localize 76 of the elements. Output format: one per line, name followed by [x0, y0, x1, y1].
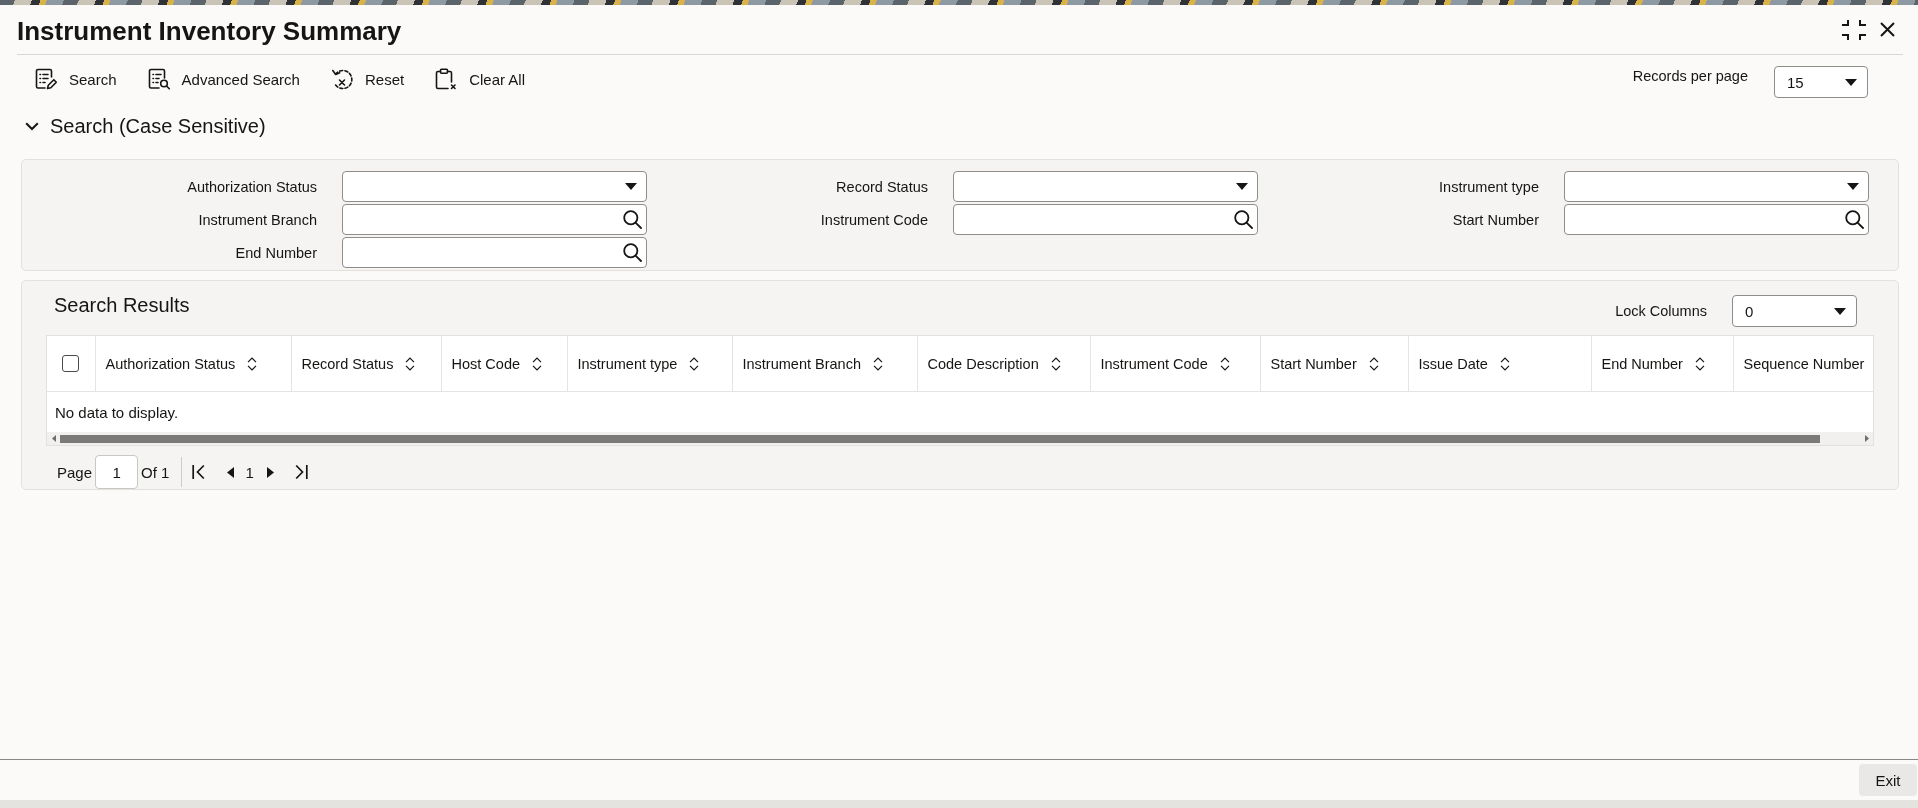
sort-icon[interactable] — [1219, 356, 1230, 371]
reset-button[interactable]: Reset — [322, 64, 413, 94]
corner-brackets-icon[interactable] — [1841, 18, 1867, 41]
search-section-toggle[interactable]: Search (Case Sensitive) — [22, 111, 269, 141]
records-per-page-dropdown[interactable]: 15 — [1774, 66, 1868, 98]
clear-button[interactable]: Clear All — [427, 64, 533, 94]
field-label: Instrument Branch — [197, 211, 317, 228]
clipboard-x-icon — [435, 68, 458, 90]
lookup-field[interactable] — [342, 204, 647, 235]
sort-icon[interactable] — [1694, 356, 1705, 371]
dropdown-field[interactable] — [342, 171, 647, 202]
sort-icon[interactable] — [1050, 356, 1061, 371]
column-header[interactable]: Authorization Status — [105, 355, 236, 372]
current-page-number: 1 — [245, 463, 254, 481]
sort-icon[interactable] — [247, 356, 258, 371]
page-label: Page — [57, 463, 93, 481]
column-header[interactable]: Code Description — [927, 355, 1039, 372]
scroll-right-icon[interactable] — [1865, 435, 1869, 442]
scrollbar-thumb[interactable] — [60, 434, 1820, 443]
search-icon[interactable] — [1845, 210, 1864, 229]
last-page-icon[interactable] — [294, 464, 308, 480]
section-title: Search Results — [54, 295, 190, 315]
sort-icon[interactable] — [689, 356, 700, 371]
caret-icon — [1847, 183, 1859, 190]
caret-icon — [1236, 183, 1248, 190]
search-icon[interactable] — [623, 210, 642, 229]
lookup-field[interactable] — [953, 204, 1258, 235]
close-icon[interactable] — [1880, 22, 1895, 37]
dropdown-field[interactable] — [1564, 171, 1869, 202]
column-header[interactable]: Instrument Branch — [742, 355, 861, 372]
sort-icon[interactable] — [532, 356, 542, 371]
list-pencil-icon — [35, 68, 57, 90]
dropdown-field[interactable] — [953, 171, 1258, 202]
arrow-circle-x-icon — [330, 68, 353, 90]
lookup-field[interactable] — [342, 237, 647, 268]
caret-icon — [625, 183, 637, 190]
exit-button[interactable]: Exit — [1859, 764, 1917, 796]
select-all-checkbox[interactable] — [62, 355, 80, 372]
page-number-field[interactable]: 1 — [95, 455, 139, 489]
caret-icon — [1834, 307, 1846, 315]
column-header[interactable]: Sequence Number — [1743, 355, 1865, 372]
field-label: Record Status — [835, 178, 928, 195]
column-header[interactable]: Instrument type — [577, 355, 678, 372]
scroll-left-icon[interactable] — [52, 435, 56, 442]
lock-columns-label: Lock Columns — [1615, 303, 1707, 319]
column-header[interactable]: End Number — [1601, 355, 1683, 372]
field-label: Authorization Status — [186, 178, 317, 195]
first-page-icon[interactable] — [192, 464, 206, 480]
next-page-icon[interactable] — [266, 466, 274, 478]
sort-icon[interactable] — [1368, 356, 1379, 371]
column-header[interactable]: Issue Date — [1418, 355, 1488, 372]
list-search-icon — [147, 68, 170, 90]
sort-icon[interactable] — [1499, 356, 1510, 371]
empty-message: No data to display. — [55, 403, 179, 421]
column-header[interactable]: Record Status — [301, 355, 394, 372]
search-icon[interactable] — [1234, 210, 1253, 229]
search-button[interactable]: Search — [27, 64, 125, 94]
field-label: Start Number — [1451, 211, 1539, 228]
sort-icon[interactable] — [405, 356, 416, 371]
column-header[interactable]: Start Number — [1270, 355, 1357, 372]
search-icon[interactable] — [623, 243, 642, 262]
lock-columns-dropdown[interactable]: 0 — [1732, 295, 1857, 327]
field-label: Instrument type — [1438, 178, 1539, 195]
window-title: Instrument Inventory Summary — [17, 14, 402, 46]
field-label: Instrument Code — [819, 211, 928, 228]
column-header[interactable]: Instrument Code — [1100, 355, 1208, 372]
caret-icon — [1845, 78, 1857, 86]
lookup-field[interactable] — [1564, 204, 1869, 235]
records-per-page-label: Records per page — [1632, 67, 1748, 85]
field-label: End Number — [234, 244, 317, 261]
column-header[interactable]: Host Code — [451, 355, 520, 372]
sort-icon[interactable] — [873, 356, 883, 371]
page-count: Of 1 — [141, 463, 170, 481]
previous-page-icon[interactable] — [227, 466, 235, 478]
advanced-button[interactable]: Advanced Search — [139, 64, 308, 94]
horizontal-scrollbar[interactable] — [47, 432, 1873, 445]
